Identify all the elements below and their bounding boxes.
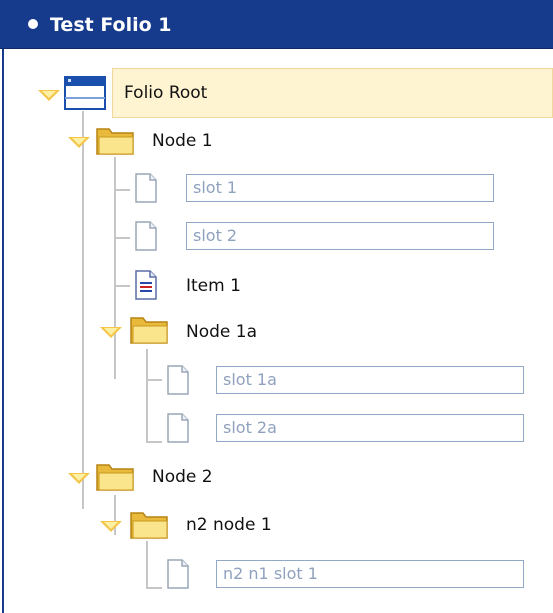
blank-page-icon (135, 173, 157, 203)
tree-line-root (82, 111, 84, 509)
folio-root-icon (64, 76, 106, 110)
tree-line-n2node1 (146, 541, 148, 587)
tree-branch-slot1 (114, 189, 130, 191)
item1-label[interactable]: Item 1 (186, 276, 241, 296)
node2-label[interactable]: Node 2 (152, 467, 213, 487)
folder-icon (96, 464, 134, 491)
folder-icon (130, 317, 168, 344)
tree-branch-n2slot (146, 587, 162, 589)
document-icon (135, 270, 157, 300)
folder-icon (96, 128, 134, 155)
folio-root-label[interactable]: Folio Root (124, 83, 207, 103)
expand-arrow-icon[interactable] (100, 521, 122, 532)
slot1a-input[interactable]: slot 1a (216, 366, 524, 394)
folder-icon (130, 512, 168, 539)
window-title: Test Folio 1 (50, 14, 172, 36)
tree-branch-slot1a (146, 379, 162, 381)
expand-arrow-icon[interactable] (68, 473, 90, 484)
folio-tree-panel (2, 49, 553, 613)
expand-arrow-icon[interactable] (68, 137, 90, 148)
tree-branch-slot2a (146, 441, 162, 443)
n2-n1-slot1-input[interactable]: n2 n1 slot 1 (216, 560, 524, 588)
tree-line-node1a (146, 349, 148, 441)
title-bullet-icon (28, 19, 38, 29)
blank-page-icon (135, 221, 157, 251)
expand-arrow-icon[interactable] (100, 327, 122, 338)
node1-label[interactable]: Node 1 (152, 131, 213, 151)
n2-node1-label[interactable]: n2 node 1 (186, 515, 272, 535)
blank-page-icon (167, 413, 189, 443)
expand-arrow-icon[interactable] (38, 90, 60, 101)
tree-branch-slot2 (114, 237, 130, 239)
node1a-label[interactable]: Node 1a (186, 322, 257, 342)
tree-branch-item1 (114, 285, 130, 287)
slot2a-input[interactable]: slot 2a (216, 414, 524, 442)
slot1-input[interactable]: slot 1 (186, 174, 494, 202)
window-titlebar: Test Folio 1 (0, 0, 553, 49)
blank-page-icon (167, 365, 189, 395)
slot2-input[interactable]: slot 2 (186, 222, 494, 250)
blank-page-icon (167, 559, 189, 589)
